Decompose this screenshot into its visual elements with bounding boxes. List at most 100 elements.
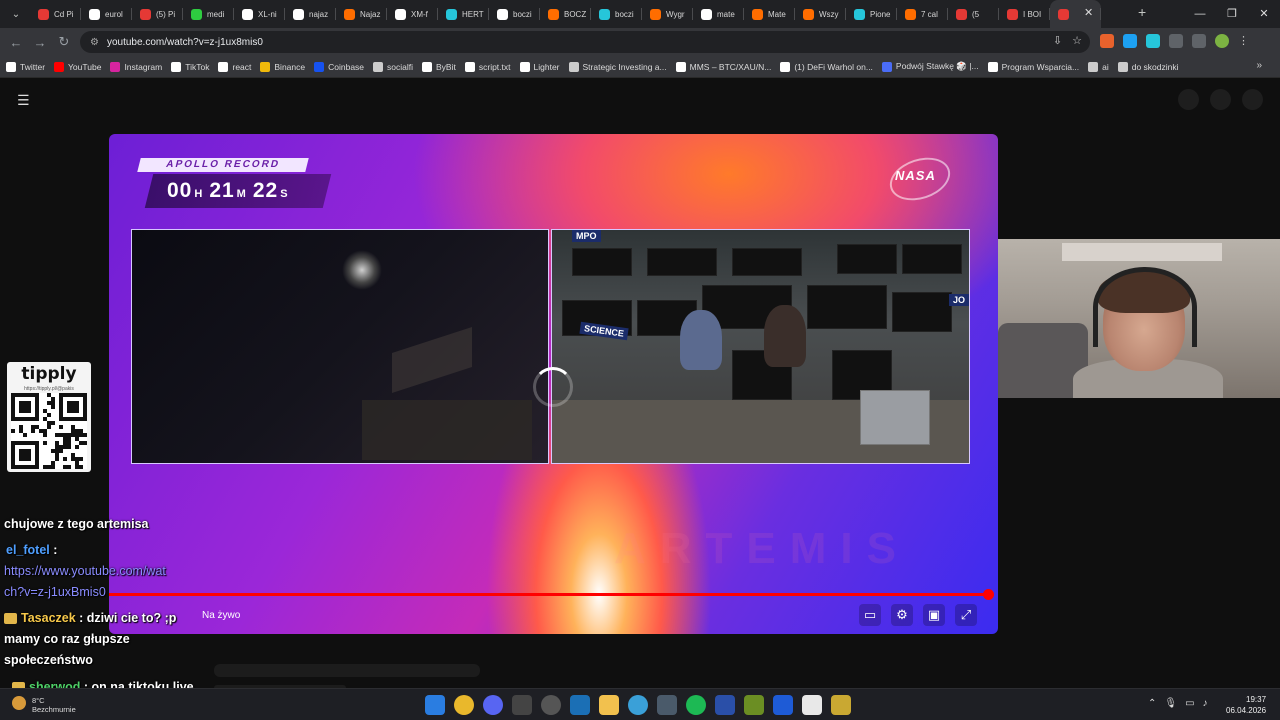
browser-tab[interactable]: BOCZ	[540, 0, 591, 28]
discord-icon[interactable]	[483, 695, 503, 715]
reading-list-icon[interactable]	[1192, 34, 1206, 48]
loading-spinner	[533, 367, 573, 407]
bookmark-item[interactable]: Twitter	[6, 61, 45, 72]
tab-search-button[interactable]: ⌄	[4, 3, 28, 25]
browser-tab[interactable]: boczi	[591, 0, 642, 28]
app-icon[interactable]	[657, 695, 677, 715]
chrome-icon[interactable]	[454, 695, 474, 715]
video-player[interactable]: APOLLO RECORD 00 H 21 M 22 S NASA SCIENCE MPO…	[109, 134, 998, 634]
app-icon[interactable]	[773, 695, 793, 715]
app-icon[interactable]	[744, 695, 764, 715]
extension-icon-1[interactable]	[1100, 34, 1114, 48]
close-window-button[interactable]: ✕	[1248, 0, 1280, 28]
chat-link[interactable]: https://www.youtube.com/wat	[4, 564, 166, 578]
youtube-menu-icon[interactable]: ☰	[17, 92, 30, 109]
close-tab-icon[interactable]: ✕	[1084, 6, 1093, 19]
bookmark-item[interactable]: Instagram	[110, 61, 162, 72]
snipping-tool-icon[interactable]	[512, 695, 532, 715]
bookmark-item[interactable]: Podwój Stawkę 🎲 |...	[881, 61, 979, 72]
minimize-button[interactable]: —	[1184, 0, 1216, 28]
app-icon[interactable]	[831, 695, 851, 715]
browser-tab[interactable]: XM-f	[387, 0, 438, 28]
account-avatar[interactable]	[1242, 89, 1263, 110]
create-icon[interactable]	[1178, 89, 1199, 110]
notifications-icon[interactable]	[1210, 89, 1231, 110]
browser-tab[interactable]	[1050, 0, 1101, 28]
theater-mode-icon[interactable]: ▣	[923, 604, 945, 626]
install-app-icon[interactable]: ⇩	[1053, 34, 1062, 47]
microphone-icon[interactable]: 🎙	[1164, 698, 1177, 709]
bookmark-label: Podwój Stawkę 🎲 |...	[895, 61, 979, 71]
notepad-icon[interactable]	[802, 695, 822, 715]
bookmark-star-icon[interactable]: ☆	[1072, 34, 1082, 47]
new-tab-button[interactable]: +	[1138, 4, 1146, 20]
tray-expand-icon[interactable]: ⌃	[1148, 698, 1156, 709]
bookmark-item[interactable]: Binance	[260, 61, 305, 72]
browser-tab[interactable]: HERT	[438, 0, 489, 28]
bookmark-item[interactable]: Coinbase	[314, 61, 364, 72]
file-explorer-icon[interactable]	[599, 695, 619, 715]
obs-icon[interactable]	[541, 695, 561, 715]
browser-tab[interactable]: Wygr	[642, 0, 693, 28]
browser-tab[interactable]: mate	[693, 0, 744, 28]
extension-icon-2[interactable]	[1123, 34, 1137, 48]
bookmark-item[interactable]: (1) DeFi Warhol on...	[780, 61, 873, 72]
bookmark-item[interactable]: Strategic Investing a...	[568, 61, 667, 72]
browser-tab[interactable]: Wszy	[795, 0, 846, 28]
tipply-logo: tipply	[21, 364, 77, 384]
network-icon[interactable]: ▭	[1185, 698, 1194, 709]
browser-tab[interactable]: 7 cal	[897, 0, 948, 28]
bookmarks-overflow-icon[interactable]: »	[1256, 60, 1262, 71]
tab-label: Wszy	[819, 9, 839, 19]
bookmark-item[interactable]: MMS – BTC/XAU/N...	[675, 61, 771, 72]
browser-tab[interactable]: Pione	[846, 0, 897, 28]
browser-tab[interactable]: boczi	[489, 0, 540, 28]
browser-tab[interactable]: (5) Pi	[132, 0, 183, 28]
chat-link[interactable]: ch?v=z-j1uxBmis0	[4, 585, 106, 599]
fullscreen-icon[interactable]: ⤢	[955, 604, 977, 626]
browser-tab[interactable]: medi	[183, 0, 234, 28]
live-indicator[interactable]: Na żywo	[202, 610, 240, 621]
bookmark-item[interactable]: react	[218, 61, 251, 72]
edge-icon[interactable]	[628, 695, 648, 715]
address-bar[interactable]: ⚙ youtube.com/watch?v=z-j1ux8mis0 ⇩ ☆	[80, 31, 1090, 53]
system-clock[interactable]: 19:37 06.04.2026	[1226, 694, 1266, 716]
bookmark-item[interactable]: Program Wsparcia...	[987, 61, 1079, 72]
bookmark-item[interactable]: do skodzinki	[1117, 61, 1179, 72]
browser-tab[interactable]: XL-ni	[234, 0, 285, 28]
bookmark-item[interactable]: script.txt	[464, 61, 511, 72]
subtitles-icon[interactable]: ▭	[859, 604, 881, 626]
spotify-icon[interactable]	[686, 695, 706, 715]
extension-icon-3[interactable]	[1146, 34, 1160, 48]
browser-tab[interactable]: najaz	[285, 0, 336, 28]
app-icon[interactable]	[715, 695, 735, 715]
browser-tab[interactable]: Najaz	[336, 0, 387, 28]
forward-button[interactable]: →	[28, 35, 52, 50]
steam-icon[interactable]	[570, 695, 590, 715]
start-windows-icon[interactable]	[425, 695, 445, 715]
back-button[interactable]: ←	[4, 35, 28, 50]
browser-menu-icon[interactable]: ⋮	[1238, 34, 1252, 48]
settings-gear-icon[interactable]: ⚙	[891, 604, 913, 626]
profile-avatar[interactable]	[1215, 34, 1229, 48]
browser-tab[interactable]: (5	[948, 0, 999, 28]
browser-tab[interactable]: Cd Pi	[30, 0, 81, 28]
weather-widget[interactable]: 8°C Bezchmurnie	[12, 696, 76, 714]
restore-button[interactable]: ❐	[1216, 0, 1248, 28]
bookmark-label: Lighter	[533, 61, 560, 72]
bookmark-item[interactable]: socialfi	[373, 61, 413, 72]
bookmark-item[interactable]: ai	[1088, 61, 1109, 72]
bookmark-item[interactable]: Lighter	[519, 61, 560, 72]
browser-tab[interactable]: Mate	[744, 0, 795, 28]
volume-icon[interactable]: ♪	[1203, 698, 1208, 709]
browser-tab[interactable]: eurol	[81, 0, 132, 28]
bookmark-item[interactable]: TikTok	[171, 61, 209, 72]
bookmark-item[interactable]: ByBit	[422, 61, 456, 72]
extensions-puzzle-icon[interactable]	[1169, 34, 1183, 48]
site-info-icon[interactable]: ⚙	[90, 37, 99, 48]
progress-scrubber[interactable]	[982, 589, 994, 600]
progress-bar[interactable]	[109, 593, 989, 596]
reload-button[interactable]: ↻	[52, 34, 76, 50]
browser-tab[interactable]: I BOI	[999, 0, 1050, 28]
bookmark-item[interactable]: YouTube	[54, 61, 101, 72]
